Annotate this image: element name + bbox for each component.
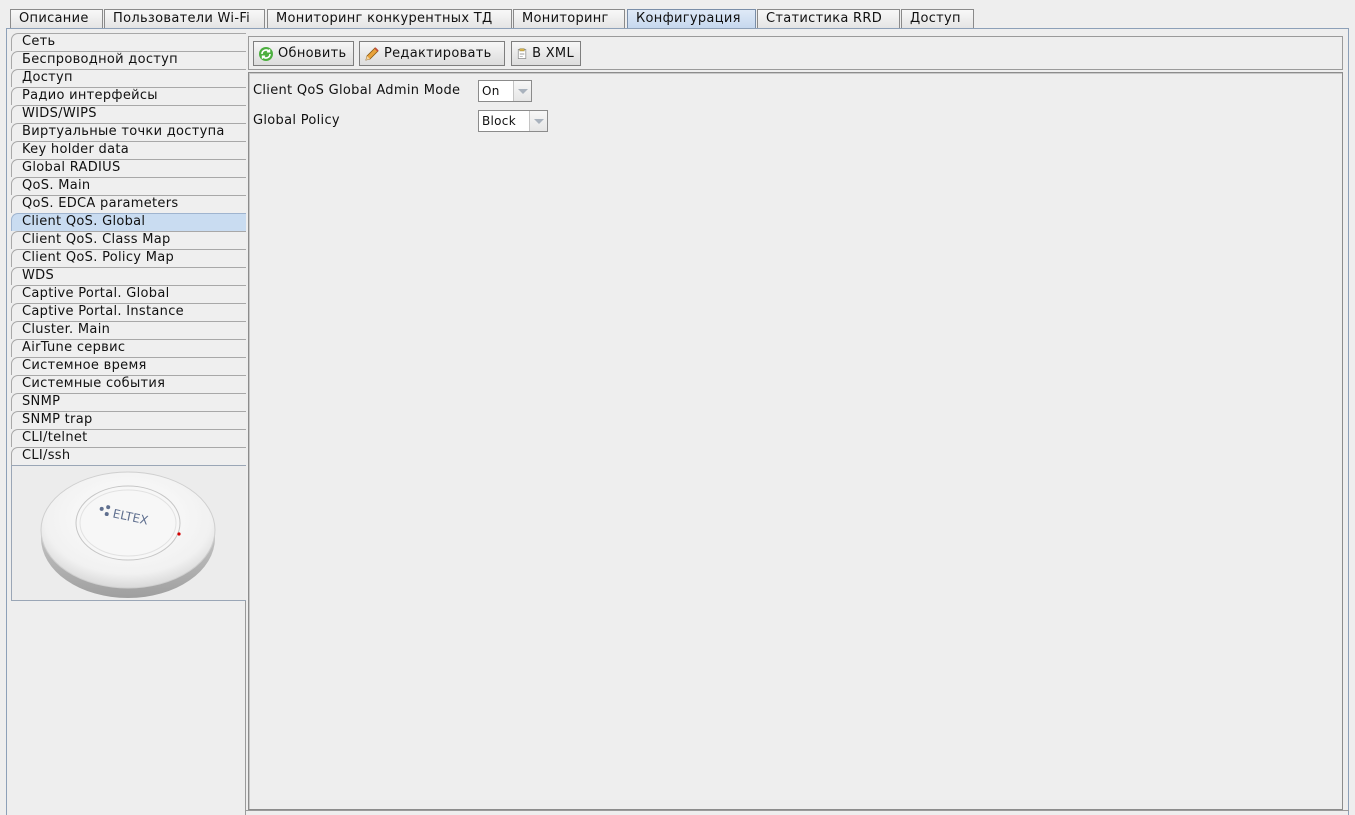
export-xml-button-label: В XML	[532, 46, 574, 61]
sidebar-nav-list: Сеть Беспроводной доступ Доступ Радио ин…	[11, 33, 246, 465]
sidebar-item-captive-portal-global[interactable]: Captive Portal. Global	[11, 285, 246, 303]
sidebar-item-wireless-access[interactable]: Беспроводной доступ	[11, 51, 246, 69]
tab-access[interactable]: Доступ	[901, 9, 974, 28]
refresh-icon	[259, 46, 273, 61]
sidebar-item-key-holder-data[interactable]: Key holder data	[11, 141, 246, 159]
sidebar-item-system-events[interactable]: Системные события	[11, 375, 246, 393]
device-image-panel: ELTEX	[11, 465, 246, 601]
sidebar-item-global-radius[interactable]: Global RADIUS	[11, 159, 246, 177]
sidebar-item-snmp-trap[interactable]: SNMP trap	[11, 411, 246, 429]
tab-description[interactable]: Описание	[10, 9, 103, 28]
sidebar-item-cli-ssh[interactable]: CLI/ssh	[11, 447, 246, 465]
client-qos-global-panel: Client QoS Global Admin Mode On Global P…	[248, 72, 1343, 810]
edit-button[interactable]: Редактировать	[359, 41, 505, 66]
sidebar-item-client-qos-class-map[interactable]: Client QoS. Class Map	[11, 231, 246, 249]
document-icon	[517, 47, 527, 59]
export-xml-button[interactable]: В XML	[511, 41, 581, 66]
status-led-icon	[177, 532, 181, 536]
sidebar-item-wds[interactable]: WDS	[11, 267, 246, 285]
sidebar-item-cli-telnet[interactable]: CLI/telnet	[11, 429, 246, 447]
sidebar-item-client-qos-global[interactable]: Client QoS. Global	[11, 213, 246, 231]
sidebar-item-captive-portal-instance[interactable]: Captive Portal. Instance	[11, 303, 246, 321]
global-policy-label: Global Policy	[253, 113, 340, 128]
toolbar: Обновить Редактировать В XML	[248, 36, 1343, 70]
sidebar-item-access[interactable]: Доступ	[11, 69, 246, 87]
sidebar-item-network[interactable]: Сеть	[11, 33, 246, 51]
chevron-down-icon[interactable]	[513, 81, 531, 101]
global-policy-value: Block	[482, 114, 516, 128]
refresh-button-label: Обновить	[278, 46, 347, 61]
tab-neighbor-ap-monitoring[interactable]: Мониторинг конкурентных ТД	[267, 9, 512, 28]
tab-wifi-users[interactable]: Пользователи Wi-Fi	[104, 9, 265, 28]
edit-button-label: Редактировать	[384, 46, 492, 61]
tab-configuration[interactable]: Конфигурация	[627, 9, 756, 28]
sidebar-item-wids-wips[interactable]: WIDS/WIPS	[11, 105, 246, 123]
admin-mode-value: On	[482, 84, 500, 98]
refresh-button[interactable]: Обновить	[253, 41, 354, 66]
sidebar-item-qos-edca-parameters[interactable]: QoS. EDCA parameters	[11, 195, 246, 213]
tab-rrd-statistics[interactable]: Статистика RRD	[757, 9, 900, 28]
admin-mode-label: Client QoS Global Admin Mode	[253, 83, 461, 98]
pencil-icon	[365, 46, 379, 61]
sidebar-item-snmp[interactable]: SNMP	[11, 393, 246, 411]
sidebar: Сеть Беспроводной доступ Доступ Радио ин…	[11, 33, 246, 815]
sidebar-item-system-time[interactable]: Системное время	[11, 357, 246, 375]
sidebar-item-qos-main[interactable]: QoS. Main	[11, 177, 246, 195]
sidebar-item-radio-interfaces[interactable]: Радио интерфейсы	[11, 87, 246, 105]
sidebar-item-virtual-access-points[interactable]: Виртуальные точки доступа	[11, 123, 246, 141]
access-point-device-image: ELTEX	[40, 471, 216, 598]
chevron-down-icon[interactable]	[529, 111, 547, 131]
sidebar-item-client-qos-policy-map[interactable]: Client QoS. Policy Map	[11, 249, 246, 267]
global-policy-select[interactable]: Block	[478, 110, 548, 132]
main-tab-bar: Описание Пользователи Wi-Fi Мониторинг к…	[0, 0, 1355, 28]
sidebar-item-cluster-main[interactable]: Cluster. Main	[11, 321, 246, 339]
tab-monitoring[interactable]: Мониторинг	[513, 9, 625, 28]
sidebar-item-airtune-service[interactable]: AirTune сервис	[11, 339, 246, 357]
bottom-border	[246, 810, 1349, 815]
admin-mode-select[interactable]: On	[478, 80, 532, 102]
